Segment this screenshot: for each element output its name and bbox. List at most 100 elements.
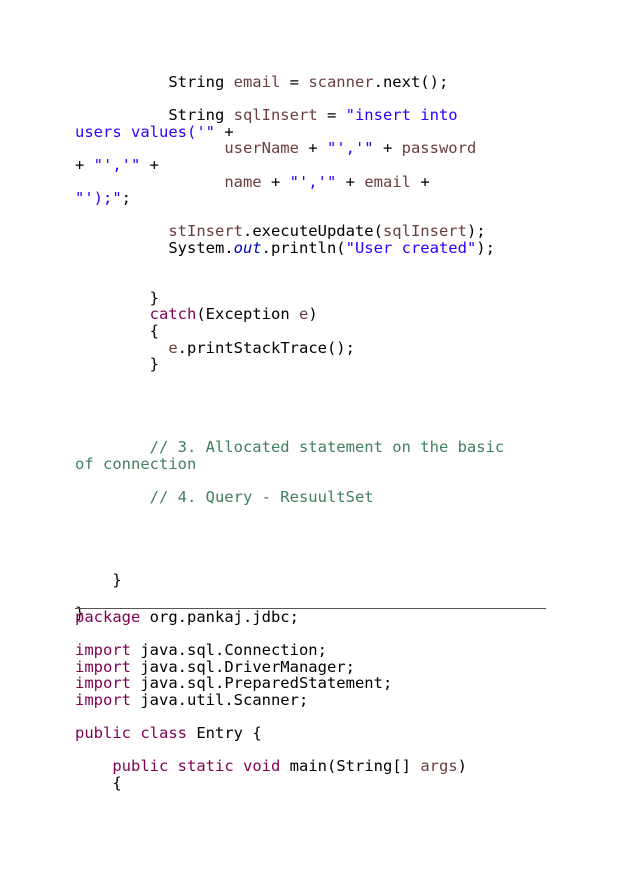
code-token: "','" — [93, 155, 141, 174]
code-line: e.printStackTrace(); — [75, 338, 555, 357]
code-token: org.pankaj.jdbc; — [140, 608, 299, 626]
code-line: { — [75, 775, 555, 792]
code-line: users values('" + — [75, 122, 555, 141]
code-token: ); — [466, 222, 486, 241]
code-token: java.util.Scanner; — [131, 690, 309, 709]
code-line: + "','" + — [75, 157, 555, 174]
code-token: name — [224, 172, 262, 191]
code-token: stInsert — [168, 222, 243, 241]
code-line: // 4. Query - ResuultSet — [75, 489, 555, 506]
code-token: "','" — [326, 139, 374, 158]
code-token: + — [214, 122, 234, 141]
code-token: import — [75, 690, 131, 709]
code-token: "','" — [289, 172, 337, 191]
code-token: = — [280, 73, 309, 91]
code-line: } — [75, 572, 555, 589]
code-line: import java.sql.PreparedStatement; — [75, 675, 555, 692]
code-token: of connection — [75, 454, 197, 473]
code-token: e — [298, 305, 309, 324]
code-token: ); — [476, 238, 495, 257]
code-line: of connection — [75, 454, 555, 473]
code-token: args — [420, 757, 458, 776]
code-line: "');"; — [75, 190, 555, 207]
code-line: System.out.println("User created"); — [75, 240, 555, 257]
code-token: e — [168, 338, 178, 357]
code-token: void — [243, 757, 281, 776]
code-token: + — [75, 155, 94, 174]
code-line: // 3. Allocated statement on the basic — [75, 439, 555, 456]
code-token: String — [75, 73, 234, 91]
code-token: + — [298, 139, 327, 158]
code-token: static — [177, 757, 234, 776]
code-token: + — [410, 172, 430, 191]
code-token: String — [75, 106, 234, 125]
code-token: + — [140, 155, 160, 174]
code-token: = — [317, 106, 346, 125]
code-token: ) — [308, 305, 318, 324]
code-page-start: package org.pankaj.jdbc; import java.sql.… — [75, 609, 555, 792]
code-line: import java.util.Scanner; — [75, 692, 555, 709]
code-line: String sqlInsert = "insert into — [75, 107, 555, 124]
code-token: .next(); — [373, 73, 449, 91]
code-token: scanner — [308, 73, 374, 91]
code-line: package org.pankaj.jdbc; — [75, 609, 555, 626]
code-token: } — [75, 288, 159, 307]
code-line: name + "','" + email + — [75, 172, 555, 191]
code-token: email — [233, 73, 281, 91]
code-line: { — [75, 323, 555, 340]
code-token: sqlInsert — [233, 106, 318, 125]
code-token: + — [261, 172, 290, 191]
code-token: { — [75, 321, 159, 340]
code-token: + — [373, 139, 402, 158]
code-token: class — [140, 724, 188, 743]
code-line: userName + "','" + password — [75, 140, 555, 157]
code-token: java.sql.Connection; — [131, 641, 327, 660]
code-token: .printStackTrace(); — [177, 338, 355, 357]
code-page-continued: String email = scanner.next(); String sq… — [75, 74, 555, 622]
code-line: } — [75, 356, 555, 373]
code-token: } — [75, 570, 122, 589]
code-token: "User created" — [345, 238, 477, 257]
code-token: "insert into — [345, 106, 458, 125]
code-token: (Exception — [196, 305, 299, 324]
code-token: System. — [75, 238, 234, 257]
code-token: Entry { — [187, 724, 262, 743]
code-line: catch(Exception e) — [75, 306, 555, 323]
code-line: } — [75, 288, 555, 307]
code-token: password — [401, 139, 477, 158]
code-token: import — [75, 657, 131, 676]
code-token: main(String[] — [280, 757, 421, 776]
code-token: { — [75, 773, 122, 792]
code-token: public — [112, 757, 169, 776]
code-token: import — [75, 641, 131, 660]
code-token: + — [336, 172, 365, 191]
code-token: sqlInsert — [382, 222, 467, 241]
code-token: // 3. Allocated statement on the basic — [149, 438, 505, 457]
code-token: .println( — [261, 238, 346, 257]
code-line: String email = scanner.next(); — [75, 74, 555, 91]
code-token: ; — [121, 189, 132, 208]
code-token: catch — [149, 305, 197, 324]
code-token: java.sql.DriverManager; — [131, 657, 355, 676]
code-token: package — [75, 608, 141, 626]
code-line: import java.sql.Connection; — [75, 642, 555, 659]
